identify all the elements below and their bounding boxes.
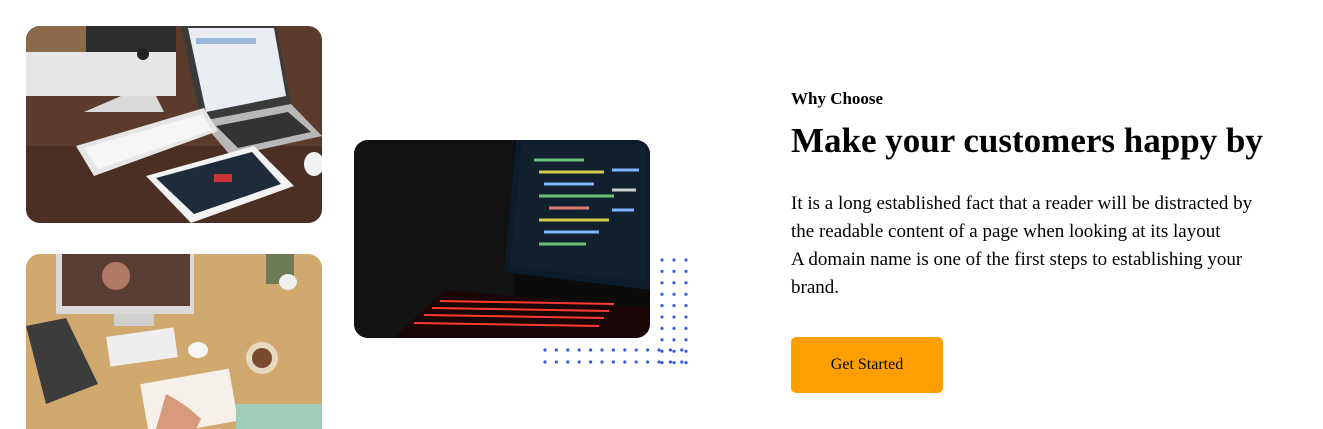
section-description: It is a long established fact that a rea… <box>791 190 1286 302</box>
pattern-dot <box>657 348 661 352</box>
pattern-dot <box>660 304 664 308</box>
pattern-dot <box>680 360 684 364</box>
desk-computers-image <box>26 26 322 223</box>
pattern-dot <box>600 360 604 364</box>
pattern-dot <box>577 360 581 364</box>
pattern-dot <box>543 360 547 364</box>
pattern-dot <box>684 349 688 353</box>
pattern-dot <box>660 349 664 353</box>
pattern-dot <box>600 348 604 352</box>
pattern-dot <box>684 326 688 330</box>
pattern-dot <box>657 360 661 364</box>
pattern-dot <box>566 360 570 364</box>
pattern-dot <box>672 269 676 273</box>
pattern-dot <box>672 292 676 296</box>
pattern-dot <box>543 348 547 352</box>
pattern-dot <box>660 326 664 330</box>
pattern-dot <box>672 349 676 353</box>
pattern-dot <box>684 258 688 262</box>
pattern-dot <box>672 258 676 262</box>
pattern-dot <box>589 360 593 364</box>
pattern-dot <box>668 360 672 364</box>
pattern-dot <box>672 361 676 365</box>
description-line: It is a long established fact that a rea… <box>791 193 1253 214</box>
pattern-dot <box>566 348 570 352</box>
pattern-dot <box>589 348 593 352</box>
workspace-overhead-image <box>26 254 322 429</box>
pattern-dot <box>660 292 664 296</box>
pattern-dot <box>684 338 688 342</box>
pattern-dot <box>684 361 688 365</box>
pattern-dot <box>623 360 627 364</box>
pattern-dot <box>672 281 676 285</box>
pattern-dot <box>660 338 664 342</box>
pattern-dot <box>660 315 664 319</box>
pattern-dot <box>660 269 664 273</box>
pattern-dot <box>668 348 672 352</box>
pattern-dot <box>554 348 558 352</box>
pattern-dot <box>672 326 676 330</box>
pattern-dot <box>634 348 638 352</box>
pattern-dot <box>577 348 581 352</box>
pattern-dot <box>684 281 688 285</box>
pattern-dot <box>634 360 638 364</box>
pattern-dot <box>660 258 664 262</box>
pattern-dot <box>684 315 688 319</box>
get-started-button[interactable]: Get Started <box>791 337 943 393</box>
pattern-dot <box>623 348 627 352</box>
section-eyebrow: Why Choose <box>791 89 884 108</box>
why-choose-section: Why Choose Make your customers happy by … <box>791 88 1291 302</box>
description-line: A domain name is one of the first steps … <box>791 249 1243 270</box>
description-line: brand. <box>791 277 840 298</box>
pattern-dot <box>672 338 676 342</box>
pattern-dot <box>646 348 650 352</box>
pattern-dot <box>672 304 676 308</box>
pattern-dot <box>684 292 688 296</box>
pattern-dot <box>684 269 688 273</box>
description-line: the readable content of a page when look… <box>791 221 1221 242</box>
pattern-dot <box>554 360 558 364</box>
pattern-dot <box>611 360 615 364</box>
pattern-dot <box>672 315 676 319</box>
pattern-dot <box>680 348 684 352</box>
pattern-dot <box>684 304 688 308</box>
dot-pattern-decoration <box>543 258 688 365</box>
section-headline: Make your customers happy by <box>791 121 1263 160</box>
pattern-dot <box>611 348 615 352</box>
pattern-dot <box>646 360 650 364</box>
pattern-dot <box>660 281 664 285</box>
pattern-dot <box>660 361 664 365</box>
